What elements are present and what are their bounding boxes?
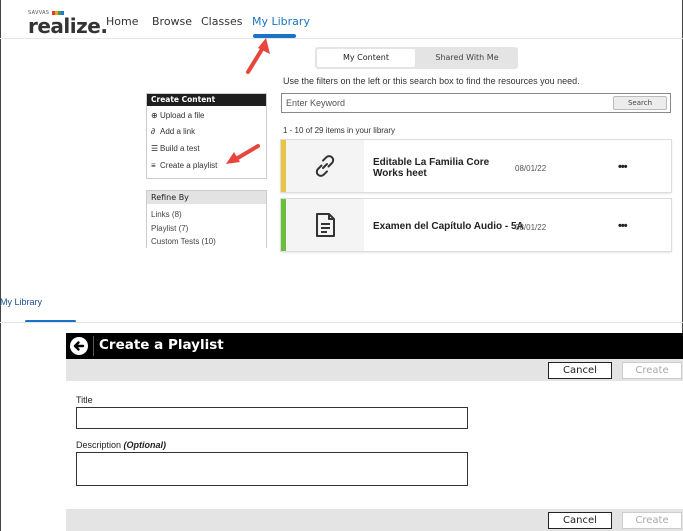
cancel-button[interactable]: Cancel: [548, 512, 612, 529]
page-title: Create a Playlist: [99, 337, 224, 353]
build-test-label: Build a test: [160, 144, 200, 153]
back-button[interactable]: [70, 337, 88, 355]
document-icon: [316, 213, 335, 237]
create-content-header: Create Content: [147, 94, 266, 106]
filter-custom-tests[interactable]: Custom Tests (10): [151, 237, 216, 246]
item-date: 08/01/22: [515, 164, 547, 173]
savvas-realize-logo[interactable]: SAVVAS realize.: [28, 10, 108, 38]
upload-file-label: Upload a file: [160, 111, 205, 120]
search-button[interactable]: Search: [613, 96, 667, 110]
annotation-arrow-icon: [226, 144, 260, 164]
nav-my-library[interactable]: My Library: [252, 15, 310, 28]
top-action-bar: Cancel Create: [66, 359, 683, 381]
logo-wordmark: realize.: [28, 14, 108, 38]
build-test-link[interactable]: ☰ Build a test: [151, 144, 200, 153]
back-arrow-icon: [73, 341, 85, 351]
create-button[interactable]: Create: [622, 362, 682, 379]
refine-by-header: Refine By: [147, 191, 266, 204]
create-playlist-header: Create a Playlist: [66, 333, 683, 359]
content-tabs: My Content Shared With Me: [315, 47, 518, 69]
title-label: Title: [76, 395, 93, 405]
item-thumbnail: [286, 140, 364, 192]
upload-icon: ⊕: [151, 111, 158, 120]
tab-shared-with-me[interactable]: Shared With Me: [418, 49, 516, 67]
result-count: 1 - 10 of 29 items in your library: [283, 126, 396, 135]
description-label-text: Description: [76, 440, 122, 450]
optional-tag: (Optional): [123, 440, 167, 450]
bottom-action-bar: Cancel Create: [66, 509, 683, 531]
link-icon: [315, 155, 335, 177]
link-icon: ∂: [151, 127, 155, 136]
nav-home[interactable]: Home: [106, 15, 138, 28]
more-options-icon[interactable]: •••: [618, 161, 628, 173]
test-icon: ☰: [151, 144, 159, 153]
library-item[interactable]: Examen del Capítulo Audio - 5A 08/01/22 …: [281, 199, 671, 251]
refine-by-panel: Refine By Links (8) Playlist (7) Custom …: [146, 190, 267, 248]
add-link-link[interactable]: ∂ Add a link: [151, 127, 195, 136]
annotation-arrow-icon: [246, 38, 270, 74]
item-date: 08/01/22: [515, 223, 547, 232]
nav-classes[interactable]: Classes: [201, 15, 242, 28]
header-separator: [93, 336, 94, 356]
tab-my-content[interactable]: My Content: [317, 49, 415, 67]
filter-hint: Use the filters on the left or this sear…: [283, 76, 580, 86]
playlist-icon: ≡: [151, 161, 156, 170]
search-input[interactable]: [282, 94, 612, 112]
my-library-tab[interactable]: My Library: [0, 297, 42, 307]
add-link-label: Add a link: [160, 127, 196, 136]
nav-browse[interactable]: Browse: [152, 15, 192, 28]
filter-playlist[interactable]: Playlist (7): [151, 224, 188, 233]
nav-divider: [0, 38, 683, 39]
create-playlist-label: Create a playlist: [160, 161, 218, 170]
more-options-icon[interactable]: •••: [618, 220, 628, 232]
filter-links[interactable]: Links (8): [151, 210, 182, 219]
create-button[interactable]: Create: [622, 512, 682, 529]
item-title[interactable]: Editable La Familia Core Works heet: [373, 157, 513, 179]
create-playlist-link[interactable]: ≡ Create a playlist: [151, 161, 217, 170]
item-thumbnail: [286, 199, 364, 251]
description-label: Description (Optional): [76, 440, 166, 450]
search-box: Search: [281, 93, 671, 113]
item-title[interactable]: Examen del Capítulo Audio - 5A: [373, 221, 533, 232]
title-field[interactable]: [76, 407, 468, 429]
section-divider: [0, 322, 683, 323]
library-item[interactable]: Editable La Familia Core Works heet 08/0…: [281, 140, 671, 192]
upload-file-link[interactable]: ⊕ Upload a file: [151, 111, 204, 120]
cancel-button[interactable]: Cancel: [548, 362, 612, 379]
description-field[interactable]: [76, 452, 468, 486]
